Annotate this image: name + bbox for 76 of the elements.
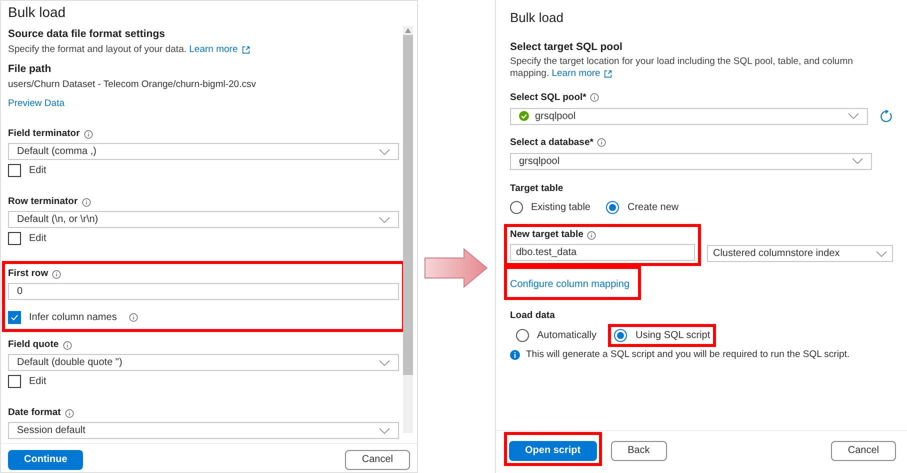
field-label: Row terminator [8,194,78,209]
select-field[interactable]: grsqlpool [510,108,868,125]
preview-data-link[interactable]: Preview Data [8,96,64,112]
field-label: Date format [8,406,61,420]
field-label: Select SQL pool* [510,90,586,105]
radio-label: Existing table [531,201,590,215]
select-field[interactable]: Default (\n, or \r\n) [8,211,399,228]
file-path: users/Churn Dataset - Telecom Orange/churn-bigml-20.csv [8,78,257,92]
secondary-button[interactable]: Back [610,440,667,460]
field-label: Load data [510,309,556,323]
checkbox-label: Edit [29,164,46,178]
info-icon [587,231,596,240]
chevron-down-icon [379,216,390,223]
info-icon [64,408,74,418]
radio-label: Automatically [537,329,596,344]
refresh-icon[interactable] [880,110,893,123]
success-icon [519,111,529,122]
external-link-icon [604,70,612,78]
panel-title: Bulk load [7,3,67,22]
chevron-down-icon [379,428,390,434]
section-description: Specify the format and layout of your data. Learn more [8,42,399,57]
chevron-down-icon [379,148,390,155]
field-label: New target table [510,228,584,242]
section-title: Source data file format settings [8,26,166,42]
input-field[interactable]: 0 [8,283,399,300]
checkbox-label: Infer column names [29,310,117,325]
chevron-down-icon [379,360,390,366]
secondary-button[interactable]: Cancel [344,450,410,470]
field-label: Field quote [8,338,59,352]
field-label: First row [8,266,48,281]
radio-label: Create new [627,201,679,215]
scrollbar[interactable] [403,26,413,434]
configure-mapping-link[interactable]: Configure column mapping [510,279,630,290]
file-path-label: File path [8,62,52,77]
panel-title: Bulk load [510,9,564,27]
external-link-icon [242,46,250,54]
secondary-button[interactable]: Cancel [830,440,896,460]
select-field[interactable]: Default (double quote ") [8,354,399,372]
info-icon [84,130,93,139]
radio-button[interactable] [510,201,523,214]
radio-label: Using SQL script [635,329,710,344]
chevron-down-icon [876,250,887,256]
chevron-down-icon [848,113,860,120]
radio-button[interactable] [606,201,620,214]
section-description: Specify the target location for your load including the SQL pool, table, and column mapping. Learn more [510,56,854,80]
info-icon [52,270,62,279]
select-field[interactable]: grsqlpool [510,152,872,170]
info-icon [510,350,520,360]
select-field[interactable]: Clustered columnstore index [706,245,893,262]
checkbox-label: Edit [29,374,46,389]
chevron-down-icon [852,158,863,164]
info-icon [590,93,600,102]
primary-button[interactable]: Continue [8,450,84,470]
checkbox[interactable] [8,164,21,177]
field-label: Target table [510,182,564,196]
info-icon [82,198,91,207]
info-icon [62,340,72,350]
field-label: Select a database* [510,136,594,150]
select-field[interactable]: Session default [8,422,399,440]
info-icon [597,138,606,148]
checkbox[interactable] [8,374,21,388]
select-field[interactable]: Default (comma ,) [8,143,399,160]
learn-more-link[interactable]: Learn more [189,42,250,57]
field-label: Field terminator [8,126,80,141]
primary-button[interactable]: Open script [509,440,597,460]
checkbox-label: Edit [29,232,46,246]
info-note: This will generate a SQL script and you will be required to run the SQL script. [526,348,850,362]
check-icon [10,312,19,322]
checkbox[interactable] [8,310,21,324]
checkbox[interactable] [8,232,21,245]
arrow-drawing [424,248,488,288]
radio-button[interactable] [516,329,529,342]
radio-button[interactable] [614,329,628,342]
section-title: Select target SQL pool [510,40,624,55]
input-field[interactable]: dbo.test_data [510,244,695,261]
learn-more-link[interactable]: Learn more [552,68,612,80]
